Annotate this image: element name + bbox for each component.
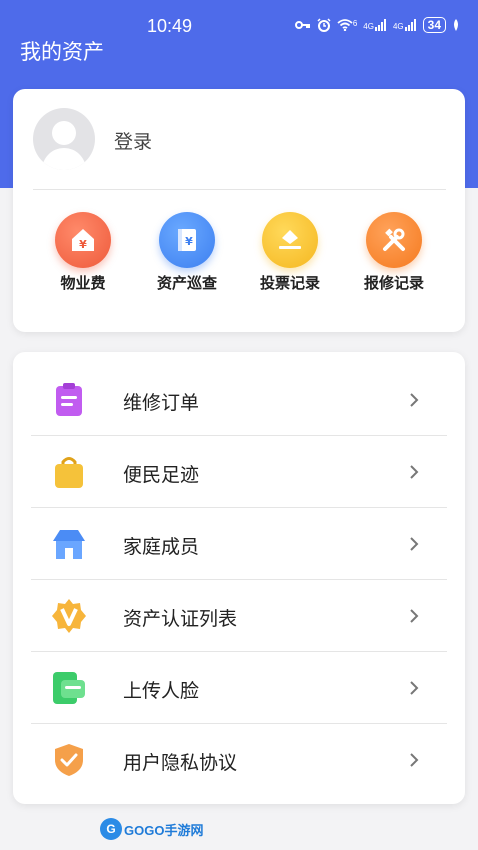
menu-item-family-members[interactable]: 家庭成员 <box>31 508 447 580</box>
avatar-body <box>42 148 86 170</box>
svg-text:¥: ¥ <box>185 235 193 248</box>
wifi-badge: 6 <box>352 19 358 28</box>
page-title: 我的资产 <box>20 40 104 64</box>
signal-1-icon: 4G <box>363 19 387 31</box>
profile-card: 登录 ¥ 物业费 ¥ 资产巡查 投票记录 报修记录 <box>13 89 465 332</box>
chevron-right-icon <box>410 753 419 767</box>
chevron-right-icon <box>410 393 419 407</box>
signal-2-label: 4G <box>392 22 404 31</box>
chevron-right-icon <box>410 537 419 551</box>
watermark-logo-icon: G <box>100 818 122 840</box>
menu-item-repair-orders[interactable]: 维修订单 <box>31 364 447 436</box>
leaf-icon <box>454 19 458 31</box>
divider <box>33 189 446 190</box>
menu-item-privacy-policy[interactable]: 用户隐私协议 <box>31 724 447 796</box>
svg-text:¥: ¥ <box>79 238 87 251</box>
quick-action-label: 投票记录 <box>259 274 320 292</box>
chevron-right-icon <box>410 465 419 479</box>
status-icons: 6 4G 4G 34 <box>294 17 460 33</box>
quick-action-repair-records[interactable]: 报修记录 <box>349 212 439 293</box>
home-icon <box>53 530 85 559</box>
avatar[interactable] <box>33 108 95 170</box>
menu-item-label: 维修订单 <box>123 392 200 414</box>
quick-action-label: 报修记录 <box>363 274 424 292</box>
clipboard-icon <box>56 383 82 416</box>
battery-indicator: 34 <box>422 17 446 33</box>
shopping-bag-icon <box>55 457 83 488</box>
tools-icon <box>366 212 422 268</box>
watermark-text: GOGO手游网 <box>124 822 204 838</box>
signal-2-icon: 4G <box>393 19 417 31</box>
login-link[interactable]: 登录 <box>114 127 152 154</box>
status-time: 10:49 <box>147 16 193 36</box>
chevron-right-icon <box>410 609 419 623</box>
house-yen-icon: ¥ <box>55 212 111 268</box>
menu-item-convenience-footprint[interactable]: 便民足迹 <box>31 436 447 508</box>
menu-card: 维修订单 便民足迹 家庭成员 资产认证列表 上传人脸 用户隐私协议 <box>13 352 465 804</box>
shield-check-icon <box>55 744 83 776</box>
menu-item-label: 用户隐私协议 <box>123 752 238 774</box>
chevron-right-icon <box>410 681 419 695</box>
wallet-card-icon <box>53 672 85 704</box>
menu-item-label: 上传人脸 <box>123 680 200 702</box>
badge-v-icon <box>52 599 86 633</box>
key-icon <box>294 21 310 29</box>
quick-action-label: 资产巡查 <box>156 274 217 292</box>
avatar-head <box>52 121 76 145</box>
quick-action-asset-inspection[interactable]: ¥ 资产巡查 <box>142 212 232 293</box>
menu-item-label: 家庭成员 <box>123 536 200 558</box>
quick-action-property-fee[interactable]: ¥ 物业费 <box>38 212 128 293</box>
quick-action-vote-records[interactable]: 投票记录 <box>245 212 335 293</box>
wifi-icon: 6 <box>337 19 357 31</box>
menu-item-label: 资产认证列表 <box>123 608 238 630</box>
menu-item-upload-face[interactable]: 上传人脸 <box>31 652 447 724</box>
ledger-yen-icon: ¥ <box>159 212 215 268</box>
menu-item-asset-certification[interactable]: 资产认证列表 <box>31 580 447 652</box>
quick-action-label: 物业费 <box>60 274 106 292</box>
menu-item-label: 便民足迹 <box>123 464 200 486</box>
watermark: G GOGO手游网 <box>100 818 203 840</box>
signal-1-label: 4G <box>363 22 374 31</box>
alarm-icon <box>317 18 331 32</box>
ballot-box-icon <box>262 212 318 268</box>
